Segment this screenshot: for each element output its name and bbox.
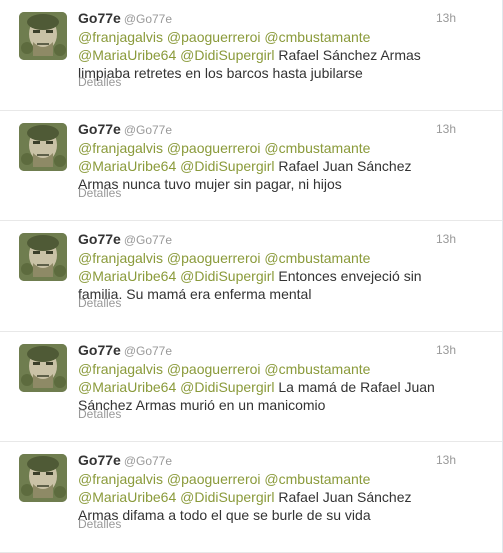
- tweet-time[interactable]: 13h: [436, 232, 456, 246]
- mention-link[interactable]: @paoguerreroi: [167, 140, 261, 156]
- tweet-fullname[interactable]: Go77e: [78, 231, 121, 247]
- mention-link[interactable]: @DidiSupergirl: [180, 489, 274, 505]
- mention-link[interactable]: @DidiSupergirl: [180, 379, 274, 395]
- tweet-header: Go77e @Go77e 13h: [78, 231, 488, 249]
- tweet-username[interactable]: @Go77e: [124, 12, 172, 26]
- avatar[interactable]: [19, 12, 67, 60]
- tweet-item[interactable]: Go77e @Go77e 13h @franjagalvis @paoguerre…: [0, 442, 502, 553]
- mention-link[interactable]: @paoguerreroi: [167, 29, 261, 45]
- mention-link[interactable]: @MariaUribe64: [78, 268, 176, 284]
- tweet-item[interactable]: Go77e @Go77e 13h @franjagalvis @paoguerre…: [0, 110, 502, 222]
- details-link[interactable]: Detalles: [78, 407, 121, 421]
- mention-link[interactable]: @MariaUribe64: [78, 158, 176, 174]
- mention-link[interactable]: @cmbustamante: [264, 250, 370, 266]
- details-link[interactable]: Detalles: [78, 75, 121, 89]
- tweet-fullname[interactable]: Go77e: [78, 10, 121, 26]
- mention-link[interactable]: @cmbustamante: [264, 140, 370, 156]
- tweet-header: Go77e @Go77e 13h: [78, 121, 488, 139]
- mention-link[interactable]: @paoguerreroi: [167, 471, 261, 487]
- mention-link[interactable]: @MariaUribe64: [78, 379, 176, 395]
- tweet-fullname[interactable]: Go77e: [78, 452, 121, 468]
- mention-link[interactable]: @franjagalvis: [78, 29, 163, 45]
- mention-link[interactable]: @cmbustamante: [264, 471, 370, 487]
- mention-link[interactable]: @franjagalvis: [78, 140, 163, 156]
- details-link[interactable]: Detalles: [78, 517, 121, 531]
- tweet-text: @franjagalvis @paoguerreroi @cmbustamant…: [78, 139, 448, 193]
- mention-link[interactable]: @cmbustamante: [264, 361, 370, 377]
- tweet-timeline: Go77e @Go77e 13h @franjagalvis @paoguerre…: [0, 0, 503, 553]
- tweet-time[interactable]: 13h: [436, 343, 456, 357]
- tweet-username[interactable]: @Go77e: [124, 454, 172, 468]
- avatar[interactable]: [19, 454, 67, 503]
- tweet-item[interactable]: Go77e @Go77e 13h @franjagalvis @paoguerre…: [0, 331, 502, 443]
- mention-link[interactable]: @DidiSupergirl: [180, 268, 274, 284]
- avatar[interactable]: [19, 343, 67, 392]
- tweet-time[interactable]: 13h: [436, 122, 456, 136]
- mention-link[interactable]: @franjagalvis: [78, 471, 163, 487]
- tweet-fullname[interactable]: Go77e: [78, 342, 121, 358]
- tweet-time[interactable]: 13h: [436, 453, 456, 467]
- details-link[interactable]: Detalles: [78, 296, 121, 310]
- avatar[interactable]: [19, 122, 67, 171]
- mention-link[interactable]: @MariaUribe64: [78, 47, 176, 63]
- tweet-time[interactable]: 13h: [436, 11, 456, 25]
- mention-link[interactable]: @paoguerreroi: [167, 361, 261, 377]
- tweet-item[interactable]: Go77e @Go77e 13h @franjagalvis @paoguerre…: [0, 221, 502, 332]
- tweet-text: @franjagalvis @paoguerreroi @cmbustamant…: [78, 28, 448, 82]
- avatar-image-icon: [19, 12, 67, 60]
- mention-link[interactable]: @DidiSupergirl: [180, 47, 274, 63]
- avatar[interactable]: [19, 233, 67, 282]
- mention-link[interactable]: @paoguerreroi: [167, 250, 261, 266]
- tweet-header: Go77e @Go77e 13h: [78, 10, 488, 28]
- avatar-image-icon: [19, 343, 67, 392]
- tweet-item[interactable]: Go77e @Go77e 13h @franjagalvis @paoguerre…: [0, 0, 502, 111]
- avatar-image-icon: [19, 454, 67, 503]
- tweet-username[interactable]: @Go77e: [124, 233, 172, 247]
- mention-link[interactable]: @cmbustamante: [264, 29, 370, 45]
- tweet-username[interactable]: @Go77e: [124, 123, 172, 137]
- mention-link[interactable]: @franjagalvis: [78, 361, 163, 377]
- tweet-username[interactable]: @Go77e: [124, 344, 172, 358]
- tweet-fullname[interactable]: Go77e: [78, 121, 121, 137]
- avatar-image-icon: [19, 122, 67, 171]
- details-link[interactable]: Detalles: [78, 186, 121, 200]
- tweet-text: @franjagalvis @paoguerreroi @cmbustamant…: [78, 360, 448, 414]
- tweet-header: Go77e @Go77e 13h: [78, 342, 488, 360]
- mention-link[interactable]: @DidiSupergirl: [180, 158, 274, 174]
- mention-link[interactable]: @MariaUribe64: [78, 489, 176, 505]
- tweet-text: @franjagalvis @paoguerreroi @cmbustamant…: [78, 249, 448, 303]
- avatar-image-icon: [19, 233, 67, 282]
- tweet-header: Go77e @Go77e 13h: [78, 452, 488, 470]
- mention-link[interactable]: @franjagalvis: [78, 250, 163, 266]
- tweet-text: @franjagalvis @paoguerreroi @cmbustamant…: [78, 470, 448, 524]
